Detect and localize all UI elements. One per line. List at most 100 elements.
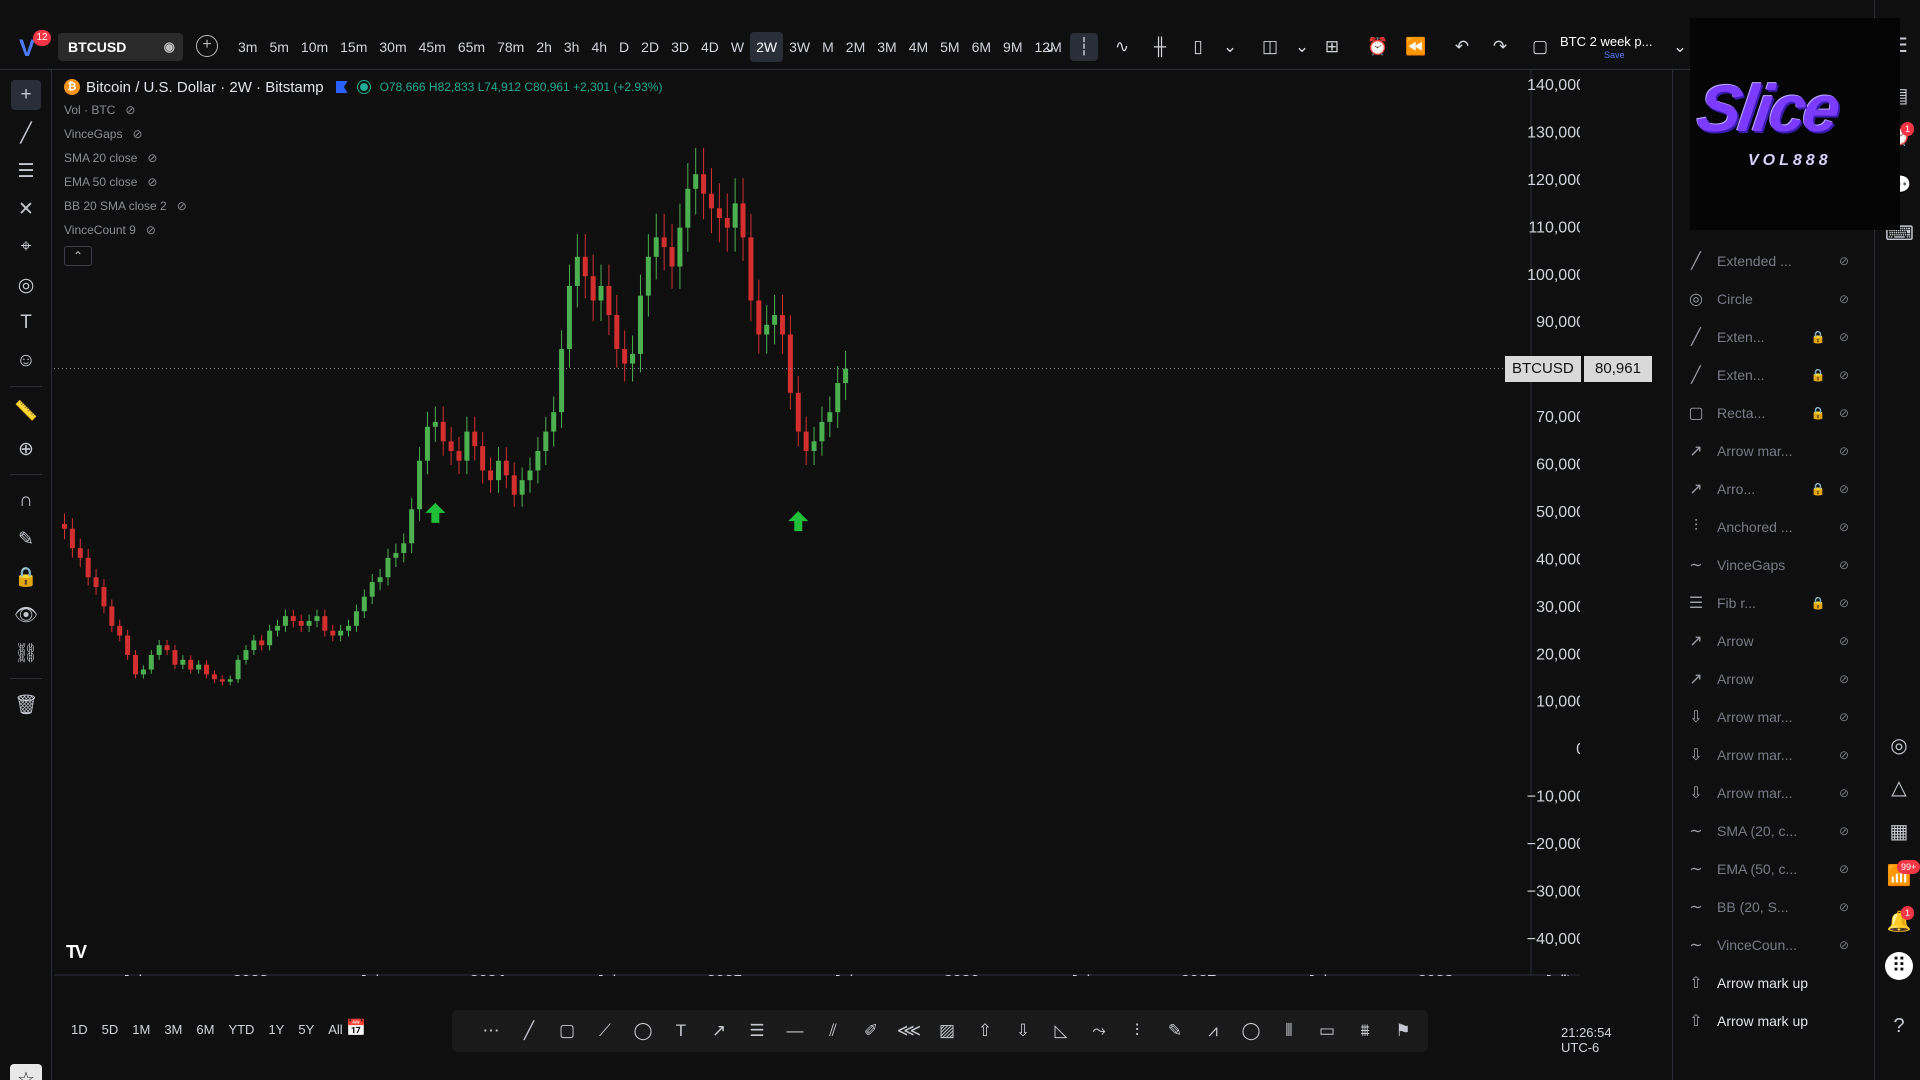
- interval-6m[interactable]: 6M: [966, 32, 997, 62]
- replay-icon[interactable]: ⏪: [1402, 33, 1430, 61]
- lock-drawings-icon[interactable]: 🔒: [11, 562, 41, 592]
- magnet-icon[interactable]: ∩: [11, 486, 41, 516]
- hotlist-icon[interactable]: △: [1885, 774, 1913, 802]
- object-tree-item[interactable]: ↗ Arrow ⊘: [1683, 626, 1873, 656]
- object-tree-item[interactable]: ∼ SMA (20, c... ⊘: [1683, 816, 1873, 846]
- interval-5m[interactable]: 5M: [934, 32, 965, 62]
- interval-30m[interactable]: 30m: [373, 32, 412, 62]
- undo-icon[interactable]: ↶: [1448, 33, 1476, 61]
- object-tree-item[interactable]: ⇧ Arrow mark up: [1683, 1006, 1873, 1036]
- hidden-eye-icon[interactable]: ⊘: [1833, 748, 1855, 762]
- path-icon[interactable]: ⤳: [1080, 1021, 1118, 1041]
- interval-dropdown-icon[interactable]: ⌄: [1036, 33, 1064, 61]
- range-6m[interactable]: 6M: [189, 1022, 221, 1037]
- sync-drawings-icon[interactable]: ⛓: [11, 638, 41, 668]
- interval-4d[interactable]: 4D: [695, 32, 725, 62]
- interval-3m[interactable]: 3m: [232, 32, 263, 62]
- pitchfork-icon[interactable]: ⋘: [890, 1021, 928, 1041]
- interval-d[interactable]: D: [613, 32, 635, 62]
- interval-65m[interactable]: 65m: [452, 32, 491, 62]
- symbol-title[interactable]: Bitcoin / U.S. Dollar · 2W · Bitstamp: [86, 79, 324, 96]
- hollow-candles-icon[interactable]: ▯: [1184, 33, 1212, 61]
- object-tree-item[interactable]: ∼ EMA (50, c... ⊘: [1683, 854, 1873, 884]
- alert-icon[interactable]: ⏰: [1364, 33, 1392, 61]
- indicators-dropdown-icon[interactable]: ⌄: [1288, 33, 1316, 61]
- trash-icon[interactable]: 🗑: [11, 690, 41, 720]
- hidden-eye-icon[interactable]: ⊘: [1833, 596, 1855, 610]
- apps-grid-icon[interactable]: ⠿: [1885, 952, 1913, 980]
- hidden-eye-icon[interactable]: ⊘: [147, 151, 157, 165]
- text-icon[interactable]: T: [662, 1021, 700, 1041]
- object-tree-item[interactable]: ⇩ Arrow mar... ⊘: [1683, 702, 1873, 732]
- object-tree-item[interactable]: ⇩ Arrow mar... ⊘: [1683, 740, 1873, 770]
- object-tree-item[interactable]: ∼ VinceCoun... ⊘: [1683, 930, 1873, 960]
- parallel-channel-icon[interactable]: ⫽: [814, 1021, 852, 1041]
- lock-icon[interactable]: 🔒: [1807, 368, 1829, 382]
- indicators-icon[interactable]: ◫: [1256, 33, 1284, 61]
- interval-78m[interactable]: 78m: [491, 32, 530, 62]
- lock-icon[interactable]: 🔒: [1807, 596, 1829, 610]
- tradingview-logo[interactable]: TV: [66, 942, 87, 963]
- target-icon[interactable]: ◎: [1885, 732, 1913, 760]
- interval-4h[interactable]: 4h: [585, 32, 613, 62]
- object-tree-item[interactable]: ╱ Exten... 🔒 ⊘: [1683, 360, 1873, 390]
- chart-pane[interactable]: 140,000 130,000 120,000 110,000 100,000 90,00…: [54, 70, 1581, 976]
- hidden-eye-icon[interactable]: ⊘: [1833, 558, 1855, 572]
- bars-chart-type-icon[interactable]: ╫: [1146, 33, 1174, 61]
- interval-2w[interactable]: 2W: [750, 32, 784, 62]
- interval-2d[interactable]: 2D: [635, 32, 665, 62]
- rectangle-icon[interactable]: ▢: [548, 1021, 586, 1041]
- object-tree-item[interactable]: ↗ Arro... 🔒 ⊘: [1683, 474, 1873, 504]
- compare-symbol-button[interactable]: +: [196, 35, 218, 57]
- hidden-eye-icon[interactable]: ⊘: [1833, 444, 1855, 458]
- hidden-eye-icon[interactable]: ⊘: [1833, 482, 1855, 496]
- zoom-in-icon[interactable]: ⊕: [11, 434, 41, 464]
- hide-drawings-icon[interactable]: 👁: [11, 600, 41, 630]
- object-tree-item[interactable]: ↗ Arrow ⊘: [1683, 664, 1873, 694]
- line-chart-type-icon[interactable]: ∿: [1108, 33, 1136, 61]
- indicator-legend-item[interactable]: BB 20 SMA close 2 ⊘: [64, 194, 662, 218]
- candles-chart-type-icon[interactable]: ┆: [1070, 33, 1098, 61]
- lock-icon[interactable]: 🔒: [1807, 406, 1829, 420]
- range-1y[interactable]: 1Y: [261, 1022, 291, 1037]
- range-5y[interactable]: 5Y: [291, 1022, 321, 1037]
- hidden-eye-icon[interactable]: ⊘: [1833, 406, 1855, 420]
- object-tree-item[interactable]: ⇩ Arrow mar... ⊘: [1683, 778, 1873, 808]
- symbol-watch-icon[interactable]: ◉: [164, 39, 175, 55]
- stay-drawing-icon[interactable]: ✎: [11, 524, 41, 554]
- interval-3w[interactable]: 3W: [783, 32, 816, 62]
- long-position-icon[interactable]: ⫴: [1270, 1021, 1308, 1041]
- pen-icon[interactable]: ✎: [1156, 1021, 1194, 1041]
- favorites-star-icon[interactable]: ☆: [10, 1064, 42, 1080]
- object-tree-item[interactable]: ⇧ Arrow mark up: [1683, 968, 1873, 998]
- hidden-eye-icon[interactable]: ⊘: [1833, 786, 1855, 800]
- indicator-legend-item[interactable]: SMA 20 close ⊘: [64, 146, 662, 170]
- cursor-cross-icon[interactable]: ⋯: [472, 1021, 510, 1041]
- arrow-up-marker-icon[interactable]: ⇧: [966, 1021, 1004, 1041]
- hidden-eye-icon[interactable]: ⊘: [1833, 710, 1855, 724]
- emoji-tool-icon[interactable]: ☺: [11, 346, 41, 376]
- object-tree-item[interactable]: ▢ Recta... 🔒 ⊘: [1683, 398, 1873, 428]
- arrow-down-marker-icon[interactable]: ⇩: [1004, 1021, 1042, 1041]
- fullscreen-icon[interactable]: ▢: [1526, 33, 1554, 61]
- range-5d[interactable]: 5D: [95, 1022, 126, 1037]
- lock-icon[interactable]: 🔒: [1807, 330, 1829, 344]
- interval-2m[interactable]: 2M: [840, 32, 871, 62]
- hidden-eye-icon[interactable]: ⊘: [177, 199, 187, 213]
- image-icon[interactable]: ▨: [928, 1021, 966, 1041]
- hidden-eye-icon[interactable]: ⊘: [1833, 520, 1855, 534]
- help-icon[interactable]: ?: [1885, 1012, 1913, 1040]
- object-tree-item[interactable]: ⫶ Anchored ... ⊘: [1683, 512, 1873, 542]
- hidden-eye-icon[interactable]: ⊘: [1833, 862, 1855, 876]
- range-3m[interactable]: 3M: [157, 1022, 189, 1037]
- collapse-legend-button[interactable]: ⌃: [64, 246, 92, 266]
- hidden-eye-icon[interactable]: ⊘: [1833, 254, 1855, 268]
- interval-15m[interactable]: 15m: [334, 32, 373, 62]
- symbol-search[interactable]: BTCUSD ◉: [58, 33, 183, 61]
- object-tree-item[interactable]: ╱ Exten... 🔒 ⊘: [1683, 322, 1873, 352]
- clock[interactable]: 21:26:54 UTC-6: [1561, 1025, 1644, 1055]
- object-tree-item[interactable]: ∼ VinceGaps ⊘: [1683, 550, 1873, 580]
- hidden-eye-icon[interactable]: ⊘: [1833, 938, 1855, 952]
- fib-tool-icon[interactable]: ☰: [11, 156, 41, 186]
- layout-grid-icon[interactable]: ⊞: [1318, 33, 1346, 61]
